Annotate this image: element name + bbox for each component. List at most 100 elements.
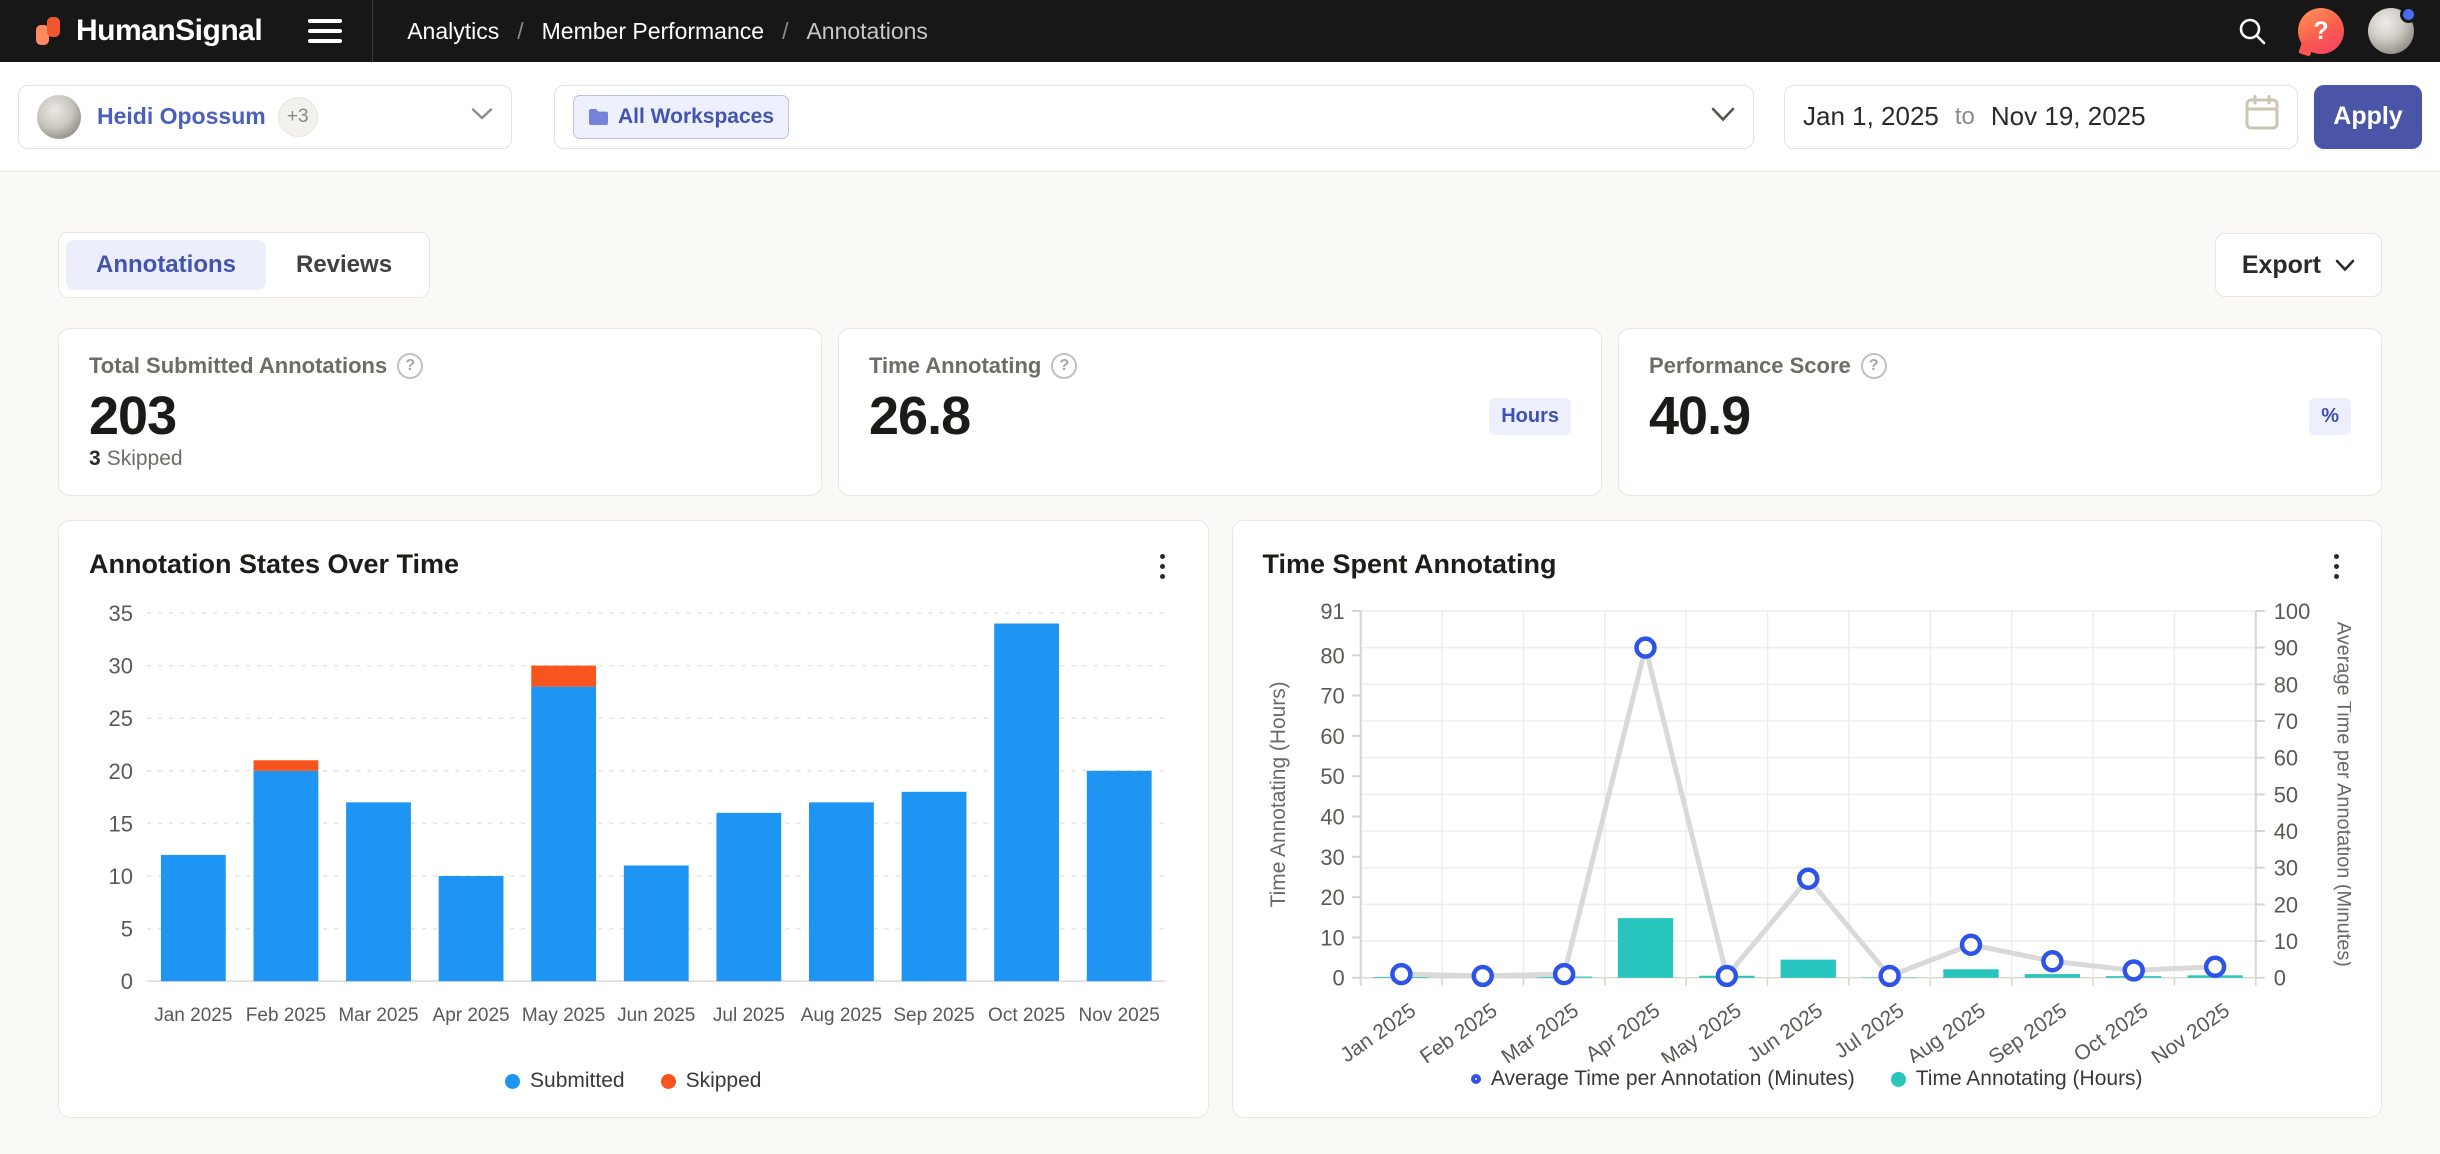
user-avatar[interactable] [2368,8,2414,54]
svg-text:30: 30 [109,654,133,679]
svg-text:Jun 2025: Jun 2025 [1743,999,1827,1064]
legend-label: Skipped [686,1069,762,1093]
stat-label: Total Submitted Annotations [89,353,387,379]
help-circle-icon[interactable]: ? [1861,353,1887,379]
svg-text:50: 50 [2273,782,2297,807]
svg-text:Mar 2025: Mar 2025 [1497,999,1583,1064]
stats-row: Total Submitted Annotations ? 203 3Skipp… [58,328,2382,496]
svg-text:20: 20 [1320,885,1344,910]
workspace-select[interactable]: All Workspaces [554,85,1754,149]
help-circle-icon[interactable]: ? [397,353,423,379]
legend-label: Submitted [530,1069,625,1093]
svg-text:Aug 2025: Aug 2025 [1903,999,1990,1064]
svg-text:5: 5 [121,917,133,942]
svg-text:May 2025: May 2025 [1657,999,1745,1064]
unit-badge: % [2309,398,2351,435]
breadcrumb-separator: / [517,18,523,45]
kebab-menu-icon[interactable] [2321,549,2351,583]
export-label: Export [2242,251,2321,280]
svg-text:30: 30 [2273,856,2297,881]
svg-text:Feb 2025: Feb 2025 [246,1005,326,1026]
svg-text:Sep 2025: Sep 2025 [893,1005,974,1026]
svg-text:10: 10 [1320,925,1344,950]
svg-text:40: 40 [2273,819,2297,844]
legend-item-avg-time[interactable]: Average Time per Annotation (Minutes) [1471,1067,1855,1091]
breadcrumb: Analytics / Member Performance / Annotat… [407,18,928,45]
svg-text:Nov 2025: Nov 2025 [2147,999,2234,1064]
submitted-legend-dot [505,1074,520,1089]
svg-text:Average Time per Annotation (M: Average Time per Annotation (Minutes) [2332,622,2351,967]
svg-text:50: 50 [1320,764,1344,789]
svg-text:Jun 2025: Jun 2025 [617,1005,695,1026]
breadcrumb-analytics[interactable]: Analytics [407,18,499,45]
legend-item-skipped[interactable]: Skipped [661,1069,762,1093]
svg-text:25: 25 [109,706,133,731]
stat-card-time-annotating: Time Annotating ? 26.8 Hours [838,328,1602,496]
kebab-menu-icon[interactable] [1148,549,1178,583]
header-divider [372,0,373,62]
breadcrumb-annotations: Annotations [806,18,927,45]
apply-button[interactable]: Apply [2314,85,2422,149]
chart-title: Time Spent Annotating [1263,549,1557,580]
svg-text:91: 91 [1320,599,1344,624]
skipped-legend-dot [661,1074,676,1089]
date-to: Nov 19, 2025 [1991,101,2146,132]
legend-item-submitted[interactable]: Submitted [505,1069,625,1093]
svg-text:May 2025: May 2025 [522,1005,605,1026]
workspace-chip[interactable]: All Workspaces [573,95,789,139]
menu-icon[interactable] [308,19,342,43]
presence-dot [2400,6,2417,23]
charts-row: Annotation States Over Time 051015202530… [58,520,2382,1118]
svg-text:Jan 2025: Jan 2025 [154,1005,232,1026]
stat-card-total-submitted: Total Submitted Annotations ? 203 3Skipp… [58,328,822,496]
chart-legend: Average Time per Annotation (Minutes) Ti… [1263,1067,2352,1091]
svg-text:Jul 2025: Jul 2025 [713,1005,785,1026]
time-spent-chart: 0102030405060708091010203040506070809010… [1263,595,2352,1063]
annotation-states-chart: 05101520253035Jan 2025Feb 2025Mar 2025Ap… [89,595,1178,1065]
member-name: Heidi Opossum [97,103,266,130]
svg-text:70: 70 [2273,709,2297,734]
tab-annotations[interactable]: Annotations [66,240,266,290]
humansignal-logo[interactable]: HumanSignal [34,13,262,49]
skipped-count: 3 [89,447,101,470]
chevron-down-icon [1711,107,1735,127]
legend-label: Time Annotating (Hours) [1916,1067,2143,1091]
breadcrumb-member-performance[interactable]: Member Performance [542,18,764,45]
tab-group: Annotations Reviews [58,232,430,298]
svg-text:20: 20 [109,759,133,784]
date-range-input[interactable]: Jan 1, 2025 to Nov 19, 2025 [1784,85,2298,149]
humansignal-logo-icon [34,13,66,49]
export-button[interactable]: Export [2215,233,2382,297]
workspace-chip-label: All Workspaces [618,105,774,129]
svg-text:Aug 2025: Aug 2025 [801,1005,882,1026]
svg-text:Apr 2025: Apr 2025 [433,1005,510,1026]
stat-card-performance-score: Performance Score ? 40.9 % [1618,328,2382,496]
legend-label: Average Time per Annotation (Minutes) [1491,1067,1855,1091]
legend-item-time-annotating[interactable]: Time Annotating (Hours) [1891,1067,2143,1091]
svg-text:20: 20 [2273,892,2297,917]
svg-text:60: 60 [2273,746,2297,771]
time-spent-chart-card: Time Spent Annotating 010203040506070809… [1232,520,2383,1118]
tab-reviews[interactable]: Reviews [266,240,422,290]
svg-text:Oct 2025: Oct 2025 [988,1005,1065,1026]
help-icon[interactable]: ? [2298,8,2344,54]
svg-text:0: 0 [2273,966,2285,991]
stat-value: 203 [89,385,176,447]
svg-text:70: 70 [1320,684,1344,709]
stat-value: 40.9 [1649,385,1750,447]
svg-text:Feb 2025: Feb 2025 [1415,999,1501,1064]
member-select[interactable]: Heidi Opossum +3 [18,85,512,149]
unit-badge: Hours [1489,398,1571,435]
svg-text:90: 90 [2273,636,2297,661]
member-avatar [37,95,81,139]
help-circle-icon[interactable]: ? [1051,353,1077,379]
app-header: HumanSignal Analytics / Member Performan… [0,0,2440,62]
svg-text:0: 0 [1332,966,1344,991]
calendar-icon[interactable] [2245,95,2279,138]
svg-text:100: 100 [2273,599,2310,624]
search-icon[interactable] [2230,9,2274,53]
svg-text:Oct 2025: Oct 2025 [2069,999,2152,1064]
chevron-down-icon [471,107,493,126]
svg-text:Time Annotating (Hours): Time Annotating (Hours) [1266,681,1289,907]
svg-text:60: 60 [1320,724,1344,749]
